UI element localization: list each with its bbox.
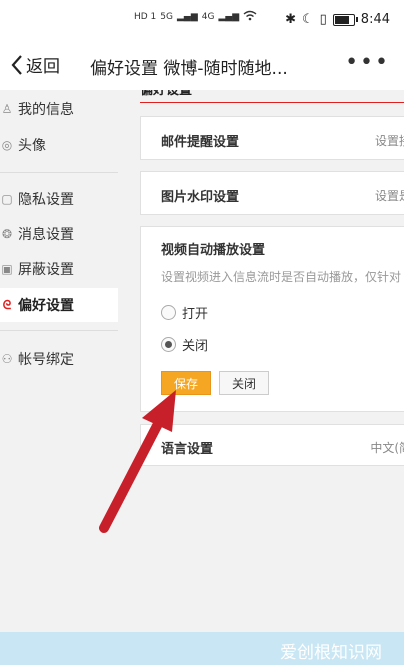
signal-icon: ▂▄▆	[177, 12, 198, 22]
signal-icon-2: ▂▄▆	[218, 12, 240, 22]
chevron-left-icon	[11, 54, 22, 75]
sidebar-item-account-binding[interactable]: ⚇ 帐号绑定	[0, 342, 118, 376]
sidebar-item-label: 头像	[18, 138, 46, 154]
sidebar-item-messages[interactable]: ❂ 消息设置	[0, 217, 118, 251]
network-4g-label: 4G	[201, 12, 215, 22]
mail-reminder-row[interactable]: 邮件提醒设置 设置接	[140, 116, 404, 160]
sidebar-item-label: 我的信息	[18, 102, 74, 118]
sidebar: ♙ 我的信息 ◎ 头像 ▢ 隐私设置 ❂ 消息设置 ▣ 屏蔽设置 ᘓ 偏好设置 …	[0, 90, 118, 632]
more-menu-icon[interactable]: •••	[345, 50, 390, 75]
radio-off-circle[interactable]	[161, 337, 176, 352]
close-button[interactable]: 关闭	[219, 371, 269, 395]
sidebar-item-label: 隐私设置	[18, 192, 74, 208]
watermark-label: 图片水印设置	[161, 190, 240, 205]
autoplay-description: 设置视频进入信息流时是否自动播放，仅针对	[161, 270, 402, 284]
weibo-icon: ᘓ	[2, 297, 12, 312]
block-icon: ▣	[1, 262, 13, 276]
status-right: ✱ ☾ ▯ 8:44	[285, 12, 390, 27]
radio-on-label: 打开	[182, 307, 209, 322]
bluetooth-icon: ✱	[285, 12, 296, 27]
sidebar-item-label: 屏蔽设置	[18, 262, 74, 278]
nav-bar: 返回 偏好设置 微博-随时随地... •••	[0, 40, 404, 90]
avatar-icon: ◎	[1, 138, 13, 152]
main-content: 偏好设置 邮件提醒设置 设置接 图片水印设置 设置是 视频自动播放设置 设置视频…	[118, 90, 404, 632]
back-label: 返回	[26, 57, 60, 77]
section-title: 偏好设置	[140, 90, 404, 103]
message-icon: ❂	[1, 227, 13, 241]
lock-icon: ▢	[1, 192, 13, 206]
wifi-icon	[243, 10, 257, 24]
network-indicators: HD 1 5G ▂▄▆ 4G ▂▄▆	[134, 10, 257, 24]
battery-level	[334, 15, 350, 24]
sidebar-item-privacy[interactable]: ▢ 隐私设置	[0, 182, 118, 216]
mail-reminder-value: 设置接	[374, 134, 404, 148]
sidebar-item-label: 偏好设置	[18, 298, 74, 314]
radio-off-label: 关闭	[182, 339, 209, 354]
save-button[interactable]: 保存	[161, 371, 211, 395]
autoplay-card: 视频自动播放设置 设置视频进入信息流时是否自动播放，仅针对 打开 关闭 保存 关…	[140, 226, 404, 412]
moon-icon: ☾	[301, 12, 314, 27]
language-label: 语言设置	[161, 442, 214, 457]
clock: 8:44	[360, 12, 390, 27]
link-icon: ⚇	[1, 352, 13, 366]
page-title: 偏好设置 微博-随时随地...	[90, 59, 288, 79]
watermark-value: 设置是	[374, 189, 404, 203]
sidebar-divider	[0, 330, 118, 331]
radio-on[interactable]: 打开	[161, 303, 208, 322]
footer-bar: 爱创根知识网	[0, 632, 404, 665]
mail-reminder-label: 邮件提醒设置	[161, 135, 240, 150]
language-value: 中文(简	[370, 441, 404, 455]
autoplay-label: 视频自动播放设置	[161, 243, 266, 258]
network-5g-label: 5G	[160, 12, 173, 22]
user-icon: ♙	[1, 102, 13, 116]
radio-on-circle[interactable]	[161, 305, 176, 320]
sidebar-item-block[interactable]: ▣ 屏蔽设置	[0, 252, 118, 286]
watermark-text: 爱创根知识网	[280, 643, 382, 663]
sidebar-item-my-info[interactable]: ♙ 我的信息	[0, 92, 118, 126]
sidebar-item-avatar[interactable]: ◎ 头像	[0, 128, 118, 162]
sidebar-item-label: 帐号绑定	[18, 352, 74, 368]
sidebar-divider	[0, 172, 118, 173]
sidebar-item-preferences[interactable]: ᘓ 偏好设置	[0, 288, 118, 322]
back-button[interactable]: 返回	[10, 52, 60, 77]
language-row[interactable]: 语言设置 中文(简	[140, 424, 404, 466]
watermark-row[interactable]: 图片水印设置 设置是	[140, 171, 404, 215]
battery-icon	[332, 13, 358, 26]
sidebar-item-label: 消息设置	[18, 227, 74, 243]
radio-off[interactable]: 关闭	[161, 335, 208, 354]
vibrate-icon: ▯	[319, 12, 327, 27]
hd1-badge: HD 1	[134, 12, 157, 22]
status-bar: HD 1 5G ▂▄▆ 4G ▂▄▆ ✱ ☾ ▯ 8:44	[0, 0, 404, 40]
